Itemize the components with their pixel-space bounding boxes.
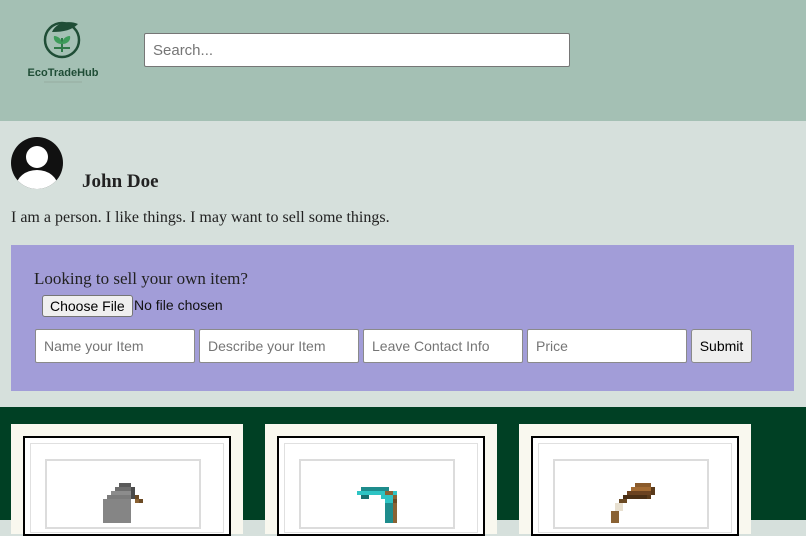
- search-input[interactable]: [144, 33, 570, 67]
- item-name-input[interactable]: [35, 329, 195, 363]
- item-card[interactable]: [265, 424, 497, 536]
- frame-mat: [45, 459, 201, 529]
- items-grid: [0, 407, 806, 536]
- leaf-globe-icon: [43, 21, 81, 59]
- wooden-axe-icon: [611, 483, 655, 523]
- file-status-text: No file chosen: [134, 297, 223, 313]
- profile-section: John Doe I am a person. I like things. I…: [0, 121, 806, 407]
- item-card[interactable]: [11, 424, 243, 536]
- avatar-body-shape: [16, 170, 58, 189]
- brand-name: EcoTradeHub: [27, 67, 99, 79]
- brand-logo[interactable]: EcoTradeHub: [22, 16, 106, 86]
- choose-file-button[interactable]: Choose File: [42, 295, 133, 317]
- item-image-frame: [277, 436, 485, 536]
- sell-item-form: Looking to sell your own item? Choose Fi…: [11, 245, 794, 391]
- item-image-frame: [23, 436, 231, 536]
- stone-shovel-icon: [103, 483, 143, 523]
- item-card[interactable]: [519, 424, 751, 536]
- avatar-head-shape: [26, 146, 48, 168]
- sell-form-title: Looking to sell your own item?: [34, 269, 248, 288]
- avatar: [11, 137, 63, 189]
- diamond-pickaxe-icon: [357, 487, 397, 523]
- item-image-frame: [531, 436, 739, 536]
- frame-mat: [299, 459, 455, 529]
- item-description-input[interactable]: [199, 329, 359, 363]
- frame-mat: [553, 459, 709, 529]
- site-header: EcoTradeHub: [0, 0, 806, 121]
- user-name: John Doe: [82, 171, 159, 192]
- user-bio: I am a person. I like things. I may want…: [11, 209, 390, 226]
- submit-button[interactable]: Submit: [691, 329, 752, 363]
- price-input[interactable]: [527, 329, 687, 363]
- contact-info-input[interactable]: [363, 329, 523, 363]
- brand-tagline-line: [44, 81, 82, 83]
